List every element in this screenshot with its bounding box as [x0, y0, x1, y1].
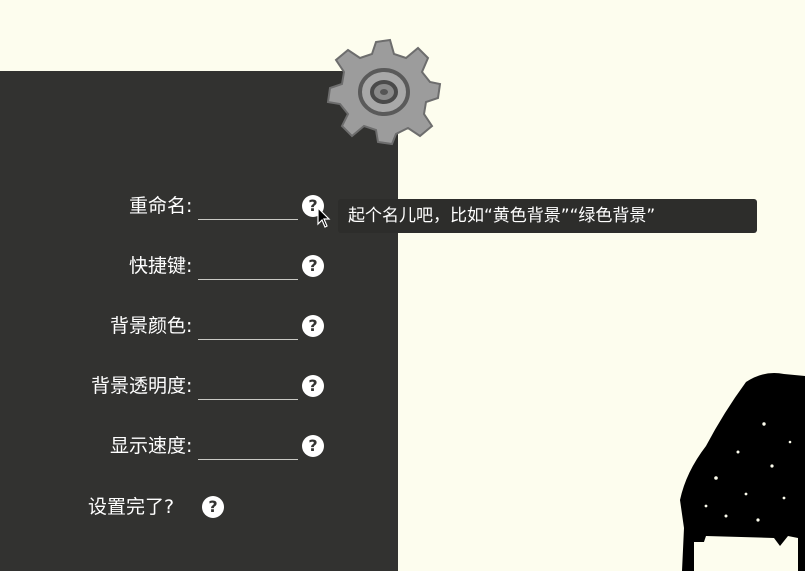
bg-color-colon: : [186, 315, 193, 337]
shortcut-row: 快捷键 : ? [0, 250, 398, 290]
display-speed-row: 显示速度 : ? [0, 430, 398, 470]
display-speed-input[interactable] [198, 432, 298, 460]
rename-tooltip: 起个名儿吧，比如“黄色背景”“绿色背景” [338, 199, 757, 233]
rename-colon: : [186, 195, 193, 217]
shortcut-help-icon[interactable]: ? [302, 255, 324, 277]
shortcut-label: 快捷键 [128, 255, 186, 277]
rename-label: 重命名 [128, 195, 186, 217]
shortcut-input[interactable] [198, 252, 298, 280]
done-row: 设置完了? ? [0, 491, 398, 523]
bg-opacity-row: 背景透明度 : ? [0, 370, 398, 410]
ink-blob-decoration [680, 373, 805, 571]
page: 重命名 : ? 快捷键 : ? 背景颜色 : ? 背景透明度 : ? 显示速度 … [0, 0, 805, 571]
gear-icon[interactable] [326, 36, 442, 146]
mouse-pointer-icon [317, 207, 331, 228]
display-speed-help-icon[interactable]: ? [302, 435, 324, 457]
bg-color-label: 背景颜色 [109, 315, 186, 337]
bg-opacity-help-icon[interactable]: ? [302, 375, 324, 397]
bg-color-help-icon[interactable]: ? [302, 315, 324, 337]
display-speed-label: 显示速度 [109, 435, 186, 457]
done-help-icon[interactable]: ? [202, 496, 224, 518]
bg-color-row: 背景颜色 : ? [0, 310, 398, 350]
done-label: 设置完了? [88, 496, 175, 518]
bg-opacity-label: 背景透明度 [90, 375, 186, 397]
bg-opacity-colon: : [186, 375, 193, 397]
bg-opacity-input[interactable] [198, 372, 298, 400]
bg-color-input[interactable] [198, 312, 298, 340]
shortcut-colon: : [186, 255, 193, 277]
rename-input[interactable] [198, 192, 298, 220]
display-speed-colon: : [186, 435, 193, 457]
